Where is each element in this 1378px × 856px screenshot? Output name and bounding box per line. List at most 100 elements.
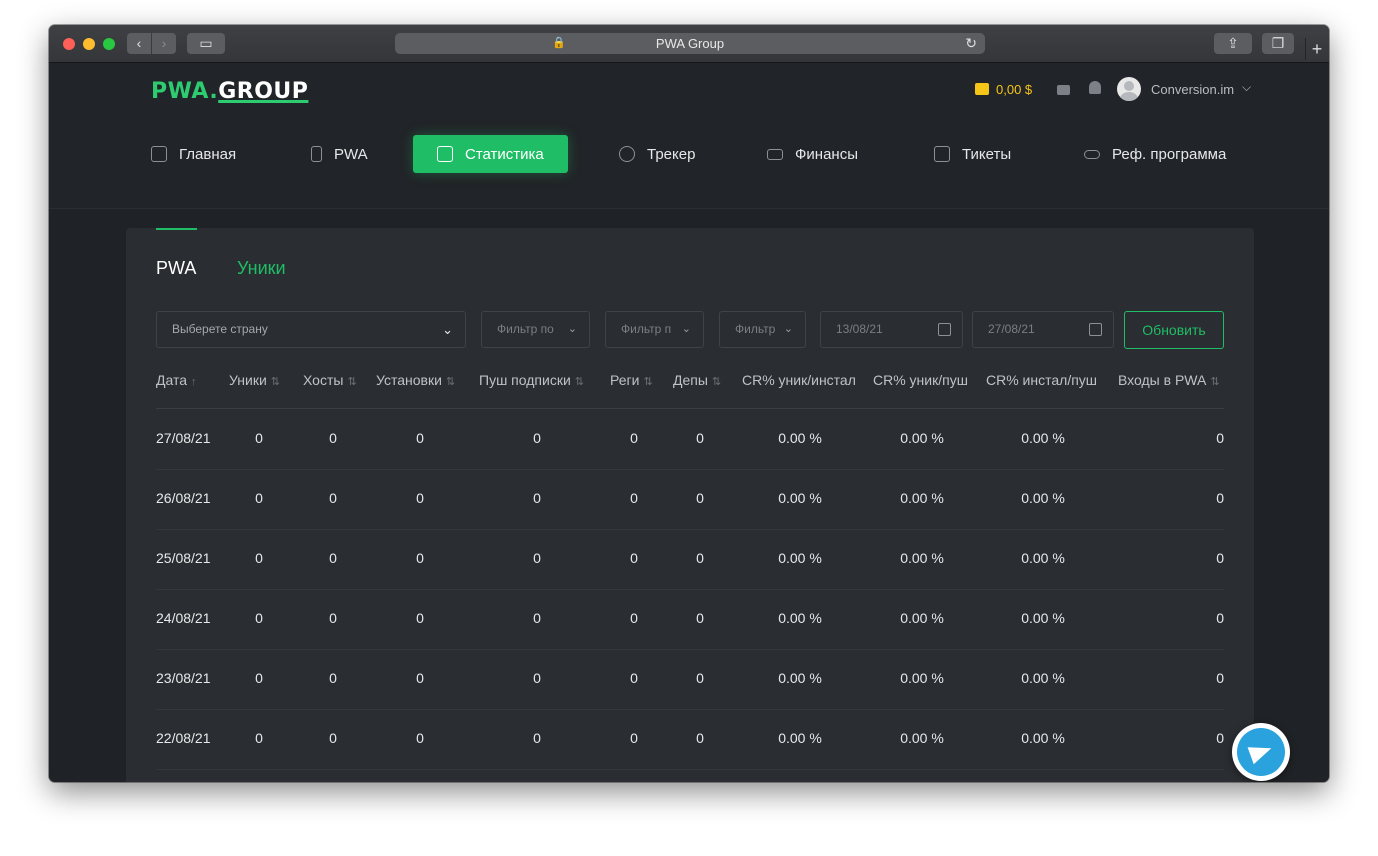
avatar[interactable] xyxy=(1117,77,1141,101)
column-header[interactable]: CR% инстал/пуш xyxy=(986,372,1097,388)
nav-item-home[interactable]: Главная xyxy=(151,135,236,173)
nav-item-tracker[interactable]: Трекер xyxy=(619,135,695,173)
table-cell: 0 xyxy=(1216,670,1224,686)
page-title: PWA Group xyxy=(655,36,725,51)
filter-select-3[interactable]: Фильтр ⌄ xyxy=(719,311,806,348)
sort-icon: ⇅ xyxy=(445,376,456,388)
nav-item-pwa[interactable]: PWA xyxy=(311,135,368,173)
table-cell: 0.00 % xyxy=(900,430,944,446)
table-cell: 0 xyxy=(416,490,424,506)
table-cell: 0.00 % xyxy=(778,730,822,746)
table-cell: 0.00 % xyxy=(778,550,822,566)
balance[interactable]: 0,00 $ xyxy=(996,82,1032,97)
date-to-input[interactable]: 27/08/21 xyxy=(972,311,1114,348)
table-cell: 0 xyxy=(630,730,638,746)
calendar-icon xyxy=(934,146,950,162)
table-cell: 0 xyxy=(416,550,424,566)
column-header[interactable]: CR% уник/инстал xyxy=(742,372,856,388)
tab-pwa[interactable]: PWA xyxy=(156,258,196,279)
table-cell: 0 xyxy=(696,730,704,746)
username[interactable]: Conversion.im xyxy=(1151,82,1234,97)
nav-item-tickets[interactable]: Тикеты xyxy=(934,135,1011,173)
wallet-icon[interactable] xyxy=(975,83,989,95)
bar-chart-icon xyxy=(437,146,453,162)
minimize-window-button[interactable] xyxy=(83,38,95,50)
table-cell: 0.00 % xyxy=(900,490,944,506)
sidebar-toggle-button[interactable]: ▭ xyxy=(187,33,225,54)
column-header[interactable]: Дата ↑ xyxy=(156,372,197,388)
table-cell: 0 xyxy=(1216,610,1224,626)
back-button[interactable]: ‹ xyxy=(127,33,151,54)
table-cell: 0 xyxy=(696,550,704,566)
column-header[interactable]: Входы в PWA ⇅ xyxy=(1118,372,1220,388)
table-cell: 24/08/21 xyxy=(156,610,211,626)
forward-button[interactable]: › xyxy=(152,33,176,54)
nav-item-finance[interactable]: Финансы xyxy=(767,135,858,173)
column-header[interactable]: Реги ⇅ xyxy=(610,372,653,388)
table-cell: 0 xyxy=(329,550,337,566)
tab-overview-button[interactable]: ❐ xyxy=(1262,33,1294,54)
phone-icon xyxy=(311,146,322,162)
sort-icon: ⇅ xyxy=(270,376,280,388)
bell-icon[interactable] xyxy=(1089,81,1101,94)
table-cell: 0.00 % xyxy=(900,550,944,566)
table-cell: 0 xyxy=(329,670,337,686)
table-cell: 0.00 % xyxy=(1021,610,1065,626)
nav-item-referral[interactable]: Реф. программа xyxy=(1084,135,1226,173)
browser-toolbar: ‹ › ▭ 🔒 PWA Group ↻ ⇪ ❐ + xyxy=(49,25,1329,63)
tab-uniq[interactable]: Уники xyxy=(237,258,286,279)
column-header[interactable]: Установки ⇅ xyxy=(376,372,455,388)
mail-icon[interactable] xyxy=(1057,85,1070,95)
country-select[interactable]: Выберете страну ⌄ xyxy=(156,311,466,348)
table-cell: 0 xyxy=(696,670,704,686)
reload-icon[interactable]: ↻ xyxy=(965,33,977,54)
telegram-icon xyxy=(1237,728,1285,776)
table-header: Дата ↑ Уники ⇅ Хосты ⇅ Установки ⇅ Пуш подпи… xyxy=(156,368,1224,409)
table-cell: 0.00 % xyxy=(778,670,822,686)
telegram-button[interactable] xyxy=(1232,723,1290,781)
chevron-down-icon: ⌄ xyxy=(567,323,577,335)
update-button[interactable]: Обновить xyxy=(1124,311,1224,349)
share-button[interactable]: ⇪ xyxy=(1214,33,1252,54)
table-row: 21/08/210000000.00 %0.00 %0.00 %0 xyxy=(156,769,1224,782)
logo[interactable]: PWA.GROUP xyxy=(151,79,308,104)
table-cell: 0 xyxy=(696,610,704,626)
sort-icon: ↑ xyxy=(191,376,197,388)
new-tab-button[interactable]: + xyxy=(1305,38,1328,60)
table-cell: 0 xyxy=(630,550,638,566)
table-cell: 0.00 % xyxy=(900,730,944,746)
calendar-icon xyxy=(938,323,951,336)
column-header[interactable]: Хосты ⇅ xyxy=(303,372,357,388)
table-cell: 0.00 % xyxy=(1021,730,1065,746)
table-cell: 22/08/21 xyxy=(156,730,211,746)
table-cell: 0 xyxy=(255,430,263,446)
column-header[interactable]: CR% уник/пуш xyxy=(873,372,968,388)
address-bar[interactable]: 🔒 PWA Group ↻ xyxy=(395,33,985,54)
filter-select-2[interactable]: Фильтр п ⌄ xyxy=(605,311,704,348)
table-cell: 0 xyxy=(416,730,424,746)
column-header[interactable]: Депы ⇅ xyxy=(673,372,721,388)
table-cell: 25/08/21 xyxy=(156,550,211,566)
compass-icon xyxy=(619,146,635,162)
table-cell: 0 xyxy=(255,610,263,626)
table-cell: 27/08/21 xyxy=(156,430,211,446)
table-cell: 0.00 % xyxy=(1021,430,1065,446)
table-row: 26/08/21 0 0 0 0 0 0 0.00 % 0.00 % 0.00 % 0 xyxy=(156,469,1224,530)
filter-select-1[interactable]: Фильтр по ⌄ xyxy=(481,311,590,348)
zoom-window-button[interactable] xyxy=(103,38,115,50)
date-from-input[interactable]: 13/08/21 xyxy=(820,311,963,348)
table-cell: 0 xyxy=(1216,730,1224,746)
column-header[interactable]: Пуш подписки ⇅ xyxy=(479,372,584,388)
nav-item-statistics[interactable]: Статистика xyxy=(413,135,568,173)
table-cell: 23/08/21 xyxy=(156,670,211,686)
column-header[interactable]: Уники ⇅ xyxy=(229,372,280,388)
table-cell: 0.00 % xyxy=(1021,670,1065,686)
close-window-button[interactable] xyxy=(63,38,75,50)
table-cell: 0 xyxy=(630,610,638,626)
sort-icon: ⇅ xyxy=(643,376,653,388)
table-cell: 0 xyxy=(1216,430,1224,446)
site-page: PWA.GROUP 0,00 $ Conversion.im ⌵ Главная… xyxy=(49,63,1329,782)
table-cell: 0 xyxy=(329,490,337,506)
table-cell: 0 xyxy=(533,610,541,626)
chevron-down-icon[interactable]: ⌵ xyxy=(1242,80,1251,95)
